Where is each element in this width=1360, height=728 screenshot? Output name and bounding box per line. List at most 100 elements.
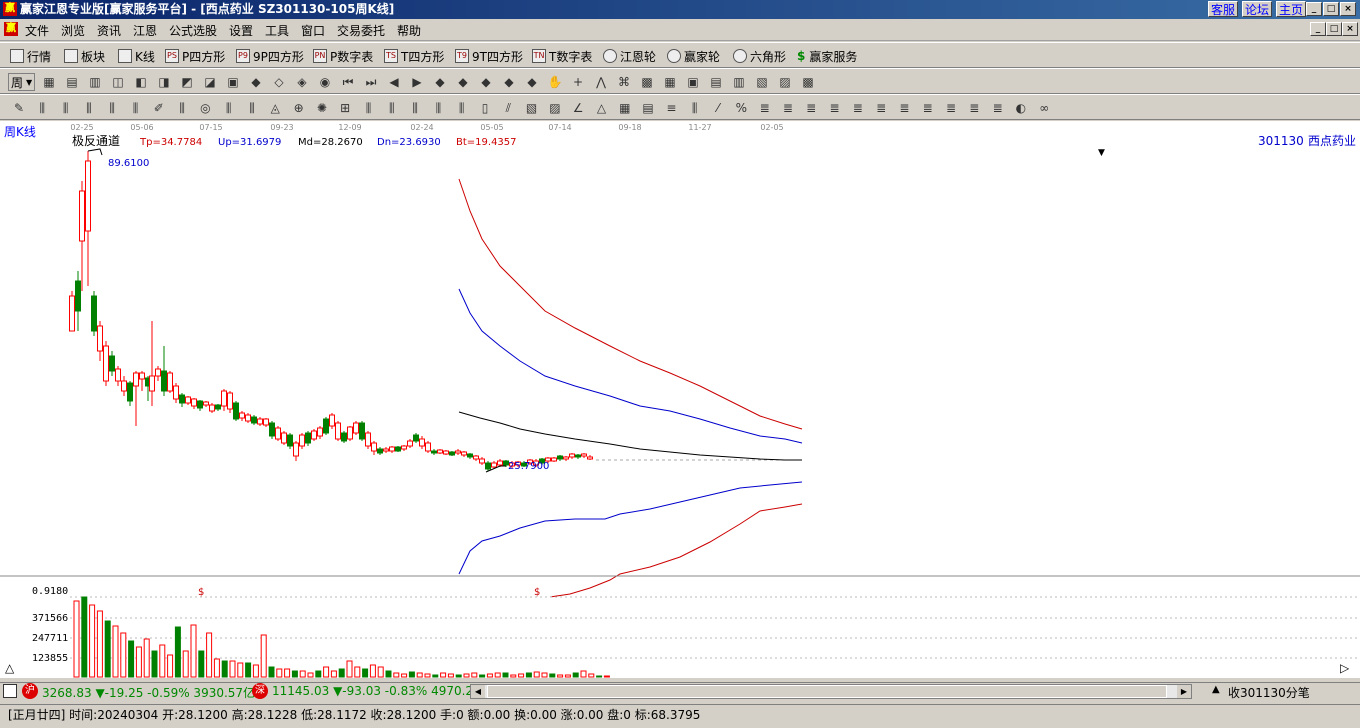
drawing-tool-icon[interactable]: % bbox=[732, 99, 750, 117]
btn-block[interactable]: 板块 bbox=[64, 47, 105, 65]
period-select[interactable]: 周 ▼ bbox=[8, 73, 36, 91]
drawing-tool-icon[interactable]: ⫼ bbox=[57, 99, 75, 117]
drawing-tool-icon[interactable]: ⁄ bbox=[709, 99, 727, 117]
table-icon[interactable] bbox=[3, 684, 17, 698]
drawing-tool-icon[interactable]: ⫼ bbox=[406, 99, 424, 117]
drawing-tool-icon[interactable]: ≣ bbox=[965, 99, 983, 117]
drawing-tool-icon[interactable]: ≣ bbox=[849, 99, 867, 117]
drawing-tool-icon[interactable]: ⫼ bbox=[33, 99, 51, 117]
drawing-tool-icon[interactable]: ≣ bbox=[872, 99, 890, 117]
btn-p-square[interactable]: PS P四方形 bbox=[165, 47, 225, 65]
btn-9p-square[interactable]: P9 9P四方形 bbox=[236, 47, 304, 65]
chart-tool-icon[interactable]: ◆ bbox=[454, 73, 472, 91]
drawing-tool-icon[interactable]: ⫼ bbox=[383, 99, 401, 117]
btn-service[interactable]: $ 赢家服务 bbox=[797, 47, 857, 65]
doc-icon[interactable]: 赢 bbox=[4, 22, 18, 36]
collapse-up-icon[interactable]: △ bbox=[5, 661, 15, 675]
drawing-tool-icon[interactable]: △ bbox=[593, 99, 611, 117]
menu-tools[interactable]: 工具 bbox=[265, 22, 289, 39]
chart-svg[interactable]: 02-25 05-06 07-15 09-23 12-09 02-24 05-05 07-14… bbox=[0, 121, 1360, 678]
chart-tool-icon[interactable]: ▦ bbox=[40, 73, 58, 91]
drawing-tool-icon[interactable]: ▦ bbox=[616, 99, 634, 117]
scroll-thumb[interactable] bbox=[487, 685, 1167, 698]
drawing-tool-icon[interactable]: ◎ bbox=[196, 99, 214, 117]
chart-tool-icon[interactable]: ⌘ bbox=[615, 73, 633, 91]
chart-tool-icon[interactable]: + bbox=[569, 73, 587, 91]
chart-tool-icon[interactable]: ◩ bbox=[178, 73, 196, 91]
chart-tool-icon[interactable]: ⏭ bbox=[362, 73, 380, 91]
chart-tool-icon[interactable]: ◇ bbox=[270, 73, 288, 91]
chart-tool-icon[interactable]: ▥ bbox=[730, 73, 748, 91]
btn-quote[interactable]: 行情 bbox=[10, 47, 51, 65]
drawing-tool-icon[interactable]: ≣ bbox=[826, 99, 844, 117]
drawing-tool-icon[interactable]: ⫽ bbox=[499, 99, 517, 117]
chart-tool-icon[interactable]: ◆ bbox=[477, 73, 495, 91]
chart-tool-icon[interactable]: ▧ bbox=[753, 73, 771, 91]
drawing-tool-icon[interactable]: ▧ bbox=[523, 99, 541, 117]
drawing-tool-icon[interactable]: ▤ bbox=[639, 99, 657, 117]
chart-tool-icon[interactable]: ▶ bbox=[408, 73, 426, 91]
chart-tool-icon[interactable]: ◫ bbox=[109, 73, 127, 91]
link-kefu[interactable]: 客服 bbox=[1208, 1, 1239, 17]
chart-tool-icon[interactable]: ▨ bbox=[776, 73, 794, 91]
menu-info[interactable]: 资讯 bbox=[97, 22, 121, 39]
drawing-tool-icon[interactable]: ≡ bbox=[662, 99, 680, 117]
expand-right-icon[interactable]: ▷ bbox=[1340, 661, 1350, 675]
drawing-tool-icon[interactable]: ✎ bbox=[10, 99, 28, 117]
btn-t-square[interactable]: TS T四方形 bbox=[384, 47, 444, 65]
btn-hexagon[interactable]: 六角形 bbox=[733, 47, 786, 65]
chart-tool-icon[interactable]: ◆ bbox=[247, 73, 265, 91]
doc-minimize-icon[interactable]: _ bbox=[1310, 22, 1326, 36]
drawing-tool-icon[interactable]: ◬ bbox=[266, 99, 284, 117]
chart-tool-icon[interactable]: ▣ bbox=[684, 73, 702, 91]
scroll-right-icon[interactable]: ▶ bbox=[1177, 685, 1191, 698]
menu-file[interactable]: 文件 bbox=[25, 22, 49, 39]
drawing-tool-icon[interactable]: ⫼ bbox=[103, 99, 121, 117]
btn-t-numtable[interactable]: TN T数字表 bbox=[532, 47, 592, 65]
btn-p-numtable[interactable]: PN P数字表 bbox=[313, 47, 373, 65]
drawing-tool-icon[interactable]: ⊕ bbox=[290, 99, 308, 117]
drawing-tool-icon[interactable]: ≣ bbox=[919, 99, 937, 117]
drawing-tool-icon[interactable]: ⫼ bbox=[686, 99, 704, 117]
link-home[interactable]: 主页 bbox=[1276, 1, 1307, 17]
menu-browse[interactable]: 浏览 bbox=[61, 22, 85, 39]
drawing-tool-icon[interactable]: ⫼ bbox=[80, 99, 98, 117]
drawing-tool-icon[interactable]: ≣ bbox=[756, 99, 774, 117]
drawing-tool-icon[interactable]: ✐ bbox=[150, 99, 168, 117]
chart-tool-icon[interactable]: ◆ bbox=[500, 73, 518, 91]
doc-close-icon[interactable]: × bbox=[1342, 22, 1358, 36]
chart-tool-icon[interactable]: ⋀ bbox=[592, 73, 610, 91]
link-forum[interactable]: 论坛 bbox=[1242, 1, 1273, 17]
maximize-icon[interactable]: □ bbox=[1323, 2, 1339, 16]
menu-gann[interactable]: 江恩 bbox=[133, 22, 157, 39]
tick-record-label[interactable]: 收301130分笔 bbox=[1228, 684, 1310, 701]
minimize-icon[interactable]: _ bbox=[1306, 2, 1322, 16]
drawing-tool-icon[interactable]: ▯ bbox=[476, 99, 494, 117]
chart-tool-icon[interactable]: ◆ bbox=[431, 73, 449, 91]
drawing-tool-icon[interactable]: ∠ bbox=[569, 99, 587, 117]
drawing-tool-icon[interactable]: ≣ bbox=[989, 99, 1007, 117]
menu-trade[interactable]: 交易委托 bbox=[337, 22, 385, 39]
chart-tool-icon[interactable]: ▤ bbox=[707, 73, 725, 91]
scroll-left-icon[interactable]: ◀ bbox=[471, 685, 485, 698]
menu-help[interactable]: 帮助 bbox=[397, 22, 421, 39]
menu-formula[interactable]: 公式选股 bbox=[169, 22, 217, 39]
chart-tool-icon[interactable]: ◀ bbox=[385, 73, 403, 91]
chart-tool-icon[interactable]: ◧ bbox=[132, 73, 150, 91]
drawing-tool-icon[interactable]: ▨ bbox=[546, 99, 564, 117]
btn-winner-wheel[interactable]: 赢家轮 bbox=[667, 47, 720, 65]
chart-tool-icon[interactable]: ◪ bbox=[201, 73, 219, 91]
drawing-tool-icon[interactable]: ✺ bbox=[313, 99, 331, 117]
drawing-tool-icon[interactable]: ⫼ bbox=[220, 99, 238, 117]
menu-window[interactable]: 窗口 bbox=[301, 22, 325, 39]
drawing-tool-icon[interactable]: ⫼ bbox=[429, 99, 447, 117]
drawing-tool-icon[interactable]: ⫼ bbox=[360, 99, 378, 117]
drawing-tool-icon[interactable]: ≣ bbox=[895, 99, 913, 117]
drawing-tool-icon[interactable]: ⫼ bbox=[243, 99, 261, 117]
kline-chart[interactable]: 02-25 05-06 07-15 09-23 12-09 02-24 05-05 07-14… bbox=[0, 121, 1360, 678]
chart-tool-icon[interactable]: ▤ bbox=[63, 73, 81, 91]
chart-tool-icon[interactable]: ⏮ bbox=[339, 73, 357, 91]
close-icon[interactable]: × bbox=[1340, 2, 1356, 16]
btn-gann-wheel[interactable]: 江恩轮 bbox=[603, 47, 656, 65]
chart-tool-icon[interactable]: ▩ bbox=[799, 73, 817, 91]
